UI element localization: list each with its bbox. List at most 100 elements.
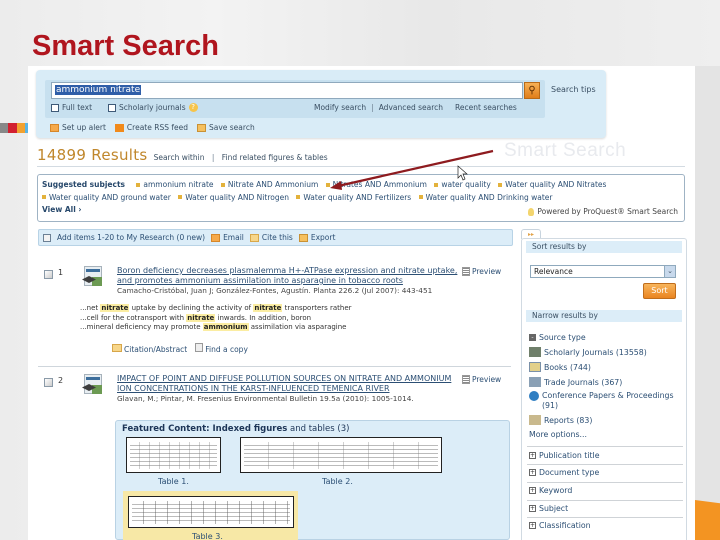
result-snippet: ...net nitrate uptake by declining the a… bbox=[80, 304, 352, 331]
search-tips-link[interactable]: Search tips bbox=[551, 85, 596, 94]
search-input[interactable]: ammonium nitrate bbox=[51, 82, 523, 99]
email-button[interactable]: Email bbox=[211, 233, 244, 242]
lightbulb-icon bbox=[528, 207, 535, 216]
subject-link[interactable]: ammonium nitrate bbox=[143, 180, 213, 189]
find-related-link[interactable]: Find related figures & tables bbox=[222, 153, 328, 162]
sort-button[interactable]: Sort bbox=[643, 283, 676, 299]
expand-icon: + bbox=[529, 505, 536, 512]
decor-corner bbox=[695, 500, 720, 540]
facet-keyword[interactable]: + Keyword bbox=[529, 486, 572, 495]
recent-searches-link[interactable]: Recent searches bbox=[455, 103, 517, 112]
facet-subject[interactable]: + Subject bbox=[529, 504, 568, 513]
scholarly-checkbox[interactable] bbox=[108, 103, 116, 112]
result-meta: Glavan, M.; Pintar, M. Fresenius Environ… bbox=[117, 394, 414, 403]
watermark-label: Smart Search bbox=[504, 140, 627, 161]
divider bbox=[37, 166, 685, 167]
journal-icon bbox=[529, 347, 541, 357]
divider bbox=[527, 464, 683, 465]
expand-icon: + bbox=[529, 522, 536, 529]
book-icon bbox=[529, 362, 541, 372]
rss-link[interactable]: Create RSS feed bbox=[114, 123, 188, 132]
preview-link[interactable]: Preview bbox=[462, 267, 501, 276]
slide-title: Smart Search bbox=[32, 30, 219, 62]
save-search-link[interactable]: Save search bbox=[196, 123, 255, 132]
subject-link[interactable]: Nitrates AND Ammonium bbox=[333, 180, 427, 189]
divider bbox=[527, 482, 683, 483]
table-thumbnail[interactable] bbox=[128, 496, 294, 528]
find-copy-icon bbox=[195, 343, 204, 352]
more-options-link[interactable]: More options... bbox=[529, 430, 587, 439]
result-number: 1 bbox=[58, 268, 64, 277]
suggested-subjects-box: Suggested subjects ammonium nitrate Nitr… bbox=[37, 174, 685, 222]
preview-icon bbox=[462, 375, 470, 384]
sort-select[interactable]: Relevance ⌄ bbox=[530, 265, 676, 278]
export-icon bbox=[298, 233, 308, 242]
chevron-down-icon: ⌄ bbox=[664, 266, 675, 277]
subject-link[interactable]: Water quality AND Nitrates bbox=[505, 180, 606, 189]
help-icon[interactable]: ? bbox=[188, 103, 198, 112]
advanced-search-link[interactable]: Advanced search bbox=[379, 103, 443, 112]
result-number: 2 bbox=[58, 376, 64, 385]
result-title-link[interactable]: Boron deficiency decreases plasmalemma H… bbox=[117, 266, 457, 285]
select-all-checkbox[interactable] bbox=[43, 233, 51, 242]
source-type-item[interactable]: Trade Journals (367) bbox=[529, 377, 622, 387]
collapse-icon: - bbox=[529, 334, 536, 341]
divider bbox=[527, 517, 683, 518]
search-button[interactable]: ⚲ bbox=[524, 82, 540, 99]
scholarly-journal-icon bbox=[82, 266, 102, 290]
export-button[interactable]: Export bbox=[298, 233, 335, 242]
envelope-icon bbox=[50, 123, 59, 132]
table-caption[interactable]: Table 2. bbox=[322, 477, 353, 486]
alert-link[interactable]: Set up alert bbox=[50, 123, 106, 132]
scholarly-label: Scholarly journals bbox=[119, 103, 186, 112]
results-toolbar: Add items 1-20 to My Research (0 new) Em… bbox=[38, 229, 513, 246]
source-type-item[interactable]: Scholarly Journals (13558) bbox=[529, 347, 647, 357]
view-all-link[interactable]: View All › bbox=[42, 205, 82, 214]
narrow-heading: Narrow results by bbox=[526, 310, 682, 322]
result-checkbox[interactable] bbox=[44, 270, 53, 279]
result-title-link[interactable]: IMPACT OF POINT AND DIFFUSE POLLUTION SO… bbox=[117, 374, 451, 393]
subject-link[interactable]: Water quality AND ground water bbox=[49, 193, 171, 202]
facet-classification[interactable]: + Classification bbox=[529, 521, 591, 530]
source-type-item[interactable]: Reports (83) bbox=[529, 415, 592, 425]
expand-icon: + bbox=[529, 487, 536, 494]
full-text-checkbox[interactable] bbox=[51, 103, 59, 112]
scholarly-journal-icon bbox=[82, 374, 102, 398]
find-copy-link[interactable]: Find a copy bbox=[195, 343, 248, 354]
add-to-research-link[interactable]: Add items 1-20 to My Research (0 new) bbox=[57, 233, 205, 242]
search-within-link[interactable]: Search within bbox=[154, 153, 205, 162]
table-caption[interactable]: Table 1. bbox=[158, 477, 189, 486]
divider bbox=[527, 500, 683, 501]
save-icon bbox=[196, 123, 206, 132]
subject-link[interactable]: Nitrate AND Ammonium bbox=[228, 180, 318, 189]
facet-document-type[interactable]: + Document type bbox=[529, 468, 599, 477]
subject-link[interactable]: Water quality AND Fertilizers bbox=[303, 193, 411, 202]
result-meta: Camacho-Cristóbal, Juan J; González-Font… bbox=[117, 286, 433, 295]
report-icon bbox=[529, 415, 541, 425]
rss-icon bbox=[114, 123, 124, 132]
cite-button[interactable]: Cite this bbox=[249, 233, 293, 242]
source-type-item[interactable]: Books (744) bbox=[529, 362, 591, 372]
table-caption[interactable]: Table 3. bbox=[192, 532, 223, 540]
preview-link[interactable]: Preview bbox=[462, 375, 501, 384]
modify-search-link[interactable]: Modify search bbox=[314, 103, 366, 112]
citation-abstract-link[interactable]: Citation/Abstract bbox=[112, 343, 187, 354]
subject-link[interactable]: Water quality AND Nitrogen bbox=[185, 193, 289, 202]
decor-band bbox=[695, 66, 720, 540]
result-checkbox[interactable] bbox=[44, 378, 53, 387]
facet-source-type[interactable]: - Source type bbox=[529, 333, 586, 342]
featured-title: Featured Content: Indexed figures and ta… bbox=[122, 424, 350, 434]
full-text-label: Full text bbox=[62, 103, 93, 112]
table-thumbnail[interactable] bbox=[126, 437, 221, 473]
magnifier-icon: ⚲ bbox=[528, 85, 536, 96]
facet-publication-title[interactable]: + Publication title bbox=[529, 451, 600, 460]
source-type-item[interactable]: Conference Papers & Proceedings (91) bbox=[529, 391, 679, 411]
preview-icon bbox=[462, 267, 470, 276]
envelope-icon bbox=[211, 233, 221, 242]
subject-link[interactable]: water quality bbox=[441, 180, 490, 189]
expand-icon: + bbox=[529, 452, 536, 459]
table-thumbnail[interactable] bbox=[240, 437, 442, 473]
expand-icon: + bbox=[529, 469, 536, 476]
trade-journal-icon bbox=[529, 377, 541, 387]
subject-link[interactable]: Water quality AND Drinking water bbox=[426, 193, 553, 202]
